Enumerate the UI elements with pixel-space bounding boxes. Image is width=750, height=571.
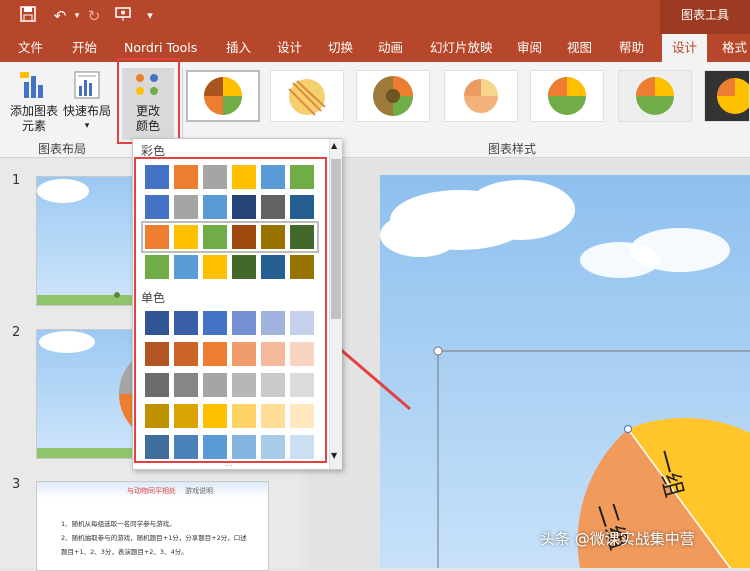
slide3-text-line-3: 题目+1、2、3分，表演题目+2、3、4分。 bbox=[61, 548, 188, 556]
color-options-highlight bbox=[134, 157, 327, 463]
current-slide[interactable]: 一组 二组 bbox=[380, 175, 750, 568]
chart-styles-group-label: 图表样式 bbox=[488, 142, 537, 156]
quick-layout-label: 快速布局 bbox=[62, 104, 111, 118]
save-icon[interactable] bbox=[18, 6, 38, 26]
scroll-up-icon[interactable]: ▲ bbox=[331, 141, 337, 150]
slide3-title: 与动物同平相处 bbox=[127, 487, 176, 495]
tab-help[interactable]: 帮助 bbox=[619, 34, 644, 62]
tab-chart-format[interactable]: 格式 bbox=[722, 34, 747, 62]
scrollbar-thumb[interactable] bbox=[331, 159, 341, 319]
add-chart-element-button[interactable]: 添加图表 元素 bbox=[8, 70, 60, 134]
slide-number-1: 1 bbox=[12, 173, 21, 188]
slide-number-3: 3 bbox=[12, 477, 21, 492]
dropdown-scrollbar[interactable]: ▲ ▼ bbox=[329, 139, 342, 469]
change-colors-highlight bbox=[117, 58, 180, 144]
ribbon-body: 添加图表 元素 快速布局 ▾ 更改 颜色 图表布局 图表样式 bbox=[0, 58, 750, 158]
quick-layout-dropdown-icon: ▾ bbox=[84, 121, 90, 131]
add-chart-element-label-1: 添加图表 bbox=[9, 104, 58, 118]
tab-home[interactable]: 开始 bbox=[72, 34, 97, 62]
title-bar: ↶ ▾ ↻ ▾ 图表工具 bbox=[0, 0, 750, 34]
ribbon-tabs: 文件 开始 Nordri Tools 插入 设计 切换 动画 幻灯片放映 审阅 … bbox=[0, 34, 750, 62]
slide-thumbnail-3[interactable]: 与动物同平相处 游戏说明 1、随机从每组选取一名同学参与游戏。 2、随机抽取参与… bbox=[36, 481, 269, 571]
add-chart-element-icon bbox=[20, 72, 43, 98]
presenter-icon[interactable] bbox=[114, 6, 134, 26]
tab-chart-design[interactable]: 设计 bbox=[662, 34, 708, 62]
undo-icon[interactable]: ↶ bbox=[50, 6, 70, 26]
slide3-subtitle: 游戏说明 bbox=[185, 487, 213, 495]
slide3-text-line-1: 1、随机从每组选取一名同学参与游戏。 bbox=[61, 520, 176, 528]
slide-number-2: 2 bbox=[12, 325, 21, 340]
tab-view[interactable]: 视图 bbox=[567, 34, 592, 62]
redo-icon[interactable]: ↻ bbox=[86, 6, 102, 26]
chart-style-1[interactable] bbox=[186, 70, 260, 122]
tab-design[interactable]: 设计 bbox=[277, 34, 302, 62]
tab-insert[interactable]: 插入 bbox=[226, 34, 251, 62]
chart-style-4[interactable] bbox=[444, 70, 518, 122]
scroll-down-icon[interactable]: ▼ bbox=[331, 451, 337, 460]
tab-review[interactable]: 审阅 bbox=[517, 34, 542, 62]
quick-layout-button[interactable]: 快速布局 ▾ bbox=[60, 70, 114, 134]
undo-dropdown-icon[interactable]: ▾ bbox=[72, 6, 82, 26]
add-chart-element-label-2: 元素 bbox=[21, 119, 46, 133]
chart-layout-group-label: 图表布局 bbox=[38, 142, 87, 156]
tab-transitions[interactable]: 切换 bbox=[328, 34, 353, 62]
chart-style-2[interactable] bbox=[270, 70, 344, 122]
customize-toolbar-icon[interactable]: ▾ bbox=[144, 6, 156, 26]
chart-style-6[interactable] bbox=[618, 70, 692, 122]
chart-tools-context-title: 图表工具 bbox=[660, 0, 750, 34]
tab-file[interactable]: 文件 bbox=[18, 34, 43, 62]
tab-animations[interactable]: 动画 bbox=[378, 34, 403, 62]
quick-layout-icon bbox=[74, 71, 100, 99]
chart-style-5[interactable] bbox=[530, 70, 604, 122]
slide3-text-line-2: 2、随机抽取参与的游戏，随机题目+1分，分享题目+2分，口述 bbox=[61, 534, 247, 542]
tab-slideshow[interactable]: 幻灯片放映 bbox=[430, 34, 493, 62]
chart-style-3[interactable] bbox=[356, 70, 430, 122]
watermark: 头条 @微课实战集中营 bbox=[540, 530, 695, 548]
chart-style-7[interactable] bbox=[704, 70, 750, 122]
slide-background-art bbox=[380, 180, 750, 568]
